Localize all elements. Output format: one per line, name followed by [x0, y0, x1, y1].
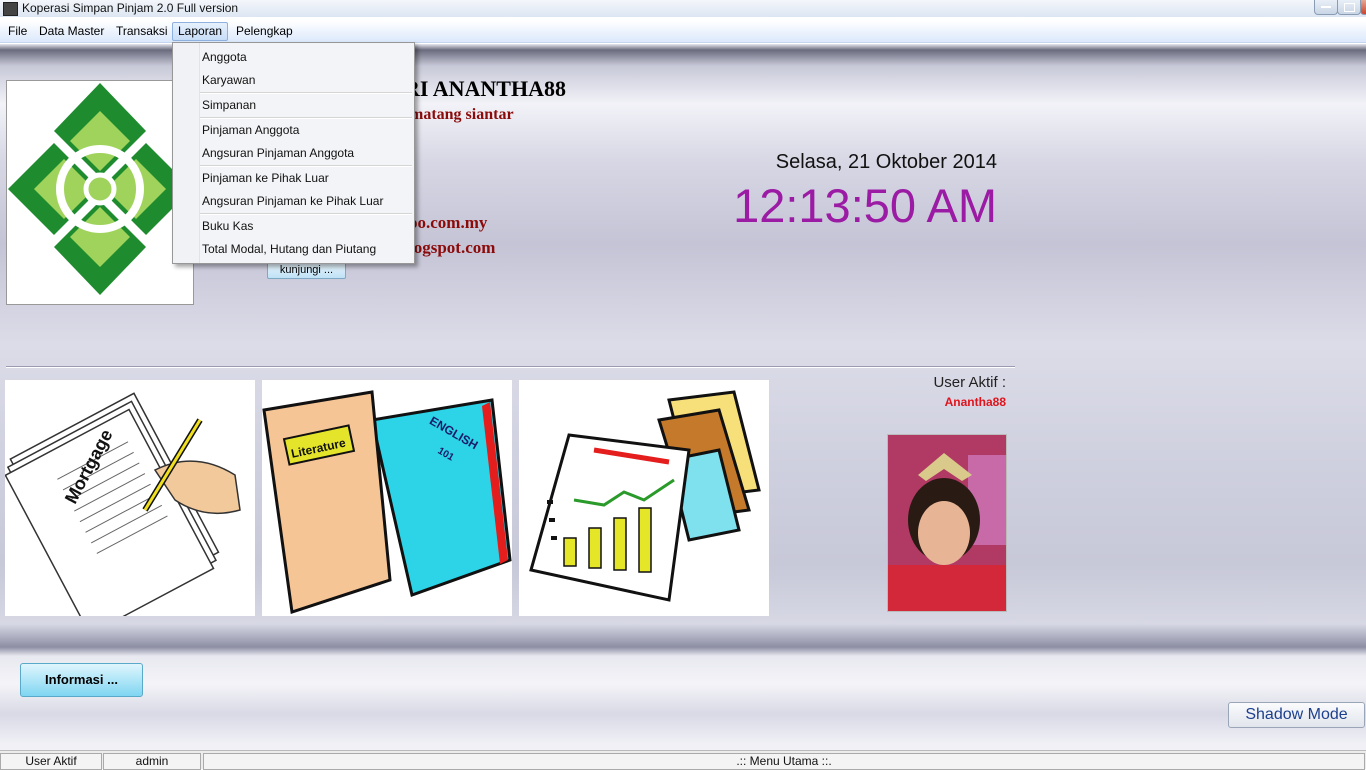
menu-separator: [200, 117, 412, 119]
menu-separator: [200, 165, 412, 167]
menu-laporan[interactable]: Laporan: [172, 22, 229, 41]
contact-email: oo.com.my: [409, 213, 488, 232]
user-active-label: User Aktif :: [933, 374, 1006, 391]
avatar: [887, 434, 1007, 612]
clock-display: 12:13:50 AM: [733, 179, 997, 232]
menu-icon-gutter: [173, 43, 200, 263]
menu-separator: [200, 213, 412, 215]
menu-item-angsuran-pihak-luar[interactable]: Angsuran Pinjaman ke Pihak Luar: [202, 194, 383, 208]
menu-pelengkap[interactable]: Pelengkap: [231, 24, 298, 38]
menu-separator: [200, 92, 412, 94]
title-bar: Koperasi Simpan Pinjam 2.0 Full version: [0, 0, 1366, 17]
menu-item-anggota[interactable]: Anggota: [202, 50, 247, 64]
status-user-label: User Aktif: [0, 753, 102, 770]
laporan-dropdown-menu: Anggota Karyawan Simpanan Pinjaman Anggo…: [172, 42, 415, 264]
menu-item-total-modal[interactable]: Total Modal, Hutang dan Piutang: [202, 242, 376, 256]
menu-transaksi[interactable]: Transaksi: [111, 24, 173, 38]
minimize-button[interactable]: [1314, 0, 1338, 15]
cooperative-logo-icon: [8, 83, 192, 295]
status-screen-name: .:: Menu Utama ::.: [203, 753, 1365, 770]
menu-item-buku-kas[interactable]: Buku Kas: [202, 219, 253, 233]
separator: [6, 366, 1015, 368]
books-icon: Literature ENGLISH 101: [262, 390, 512, 614]
menu-item-karyawan[interactable]: Karyawan: [202, 73, 255, 87]
app-icon[interactable]: [3, 2, 18, 16]
shadow-mode-button[interactable]: Shadow Mode: [1228, 702, 1365, 728]
user-photo-icon: [888, 435, 1006, 611]
books-image: Literature ENGLISH 101: [262, 380, 512, 616]
visit-button[interactable]: kunjungi ...: [267, 262, 346, 279]
menu-item-angsuran-pinjaman-anggota[interactable]: Angsuran Pinjaman Anggota: [202, 146, 354, 160]
menu-item-pinjaman-pihak-luar[interactable]: Pinjaman ke Pihak Luar: [202, 171, 329, 185]
minimize-icon: [1321, 6, 1331, 8]
maximize-icon: [1344, 3, 1355, 12]
menu-item-pinjaman-anggota[interactable]: Pinjaman Anggota: [202, 123, 299, 137]
user-active-name: Anantha88: [944, 395, 1006, 409]
close-button[interactable]: [1360, 0, 1366, 15]
report-chart-icon: [529, 390, 761, 602]
status-bar: User Aktif admin .:: Menu Utama ::.: [0, 750, 1366, 770]
status-user-value: admin: [103, 753, 201, 770]
mortgage-image: Mortgage: [4, 380, 255, 636]
report-image: [519, 380, 769, 616]
mortgage-document-icon: Mortgage: [4, 392, 241, 636]
maximize-button[interactable]: [1337, 0, 1361, 15]
contact-blog: logspot.com: [409, 238, 496, 257]
window-title: Koperasi Simpan Pinjam 2.0 Full version: [22, 1, 239, 15]
organization-name: RI ANANTHA88: [404, 76, 566, 101]
menu-file[interactable]: File: [3, 24, 32, 38]
menu-item-simpanan[interactable]: Simpanan: [202, 98, 256, 112]
info-button[interactable]: Informasi ...: [20, 663, 143, 697]
menu-data-master[interactable]: Data Master: [34, 24, 109, 38]
menu-bar: File Data Master Transaksi Laporan Pelen…: [0, 21, 1366, 43]
organization-city: matang siantar: [410, 106, 514, 123]
logo: [6, 80, 194, 305]
date-display: Selasa, 21 Oktober 2014: [775, 151, 997, 173]
